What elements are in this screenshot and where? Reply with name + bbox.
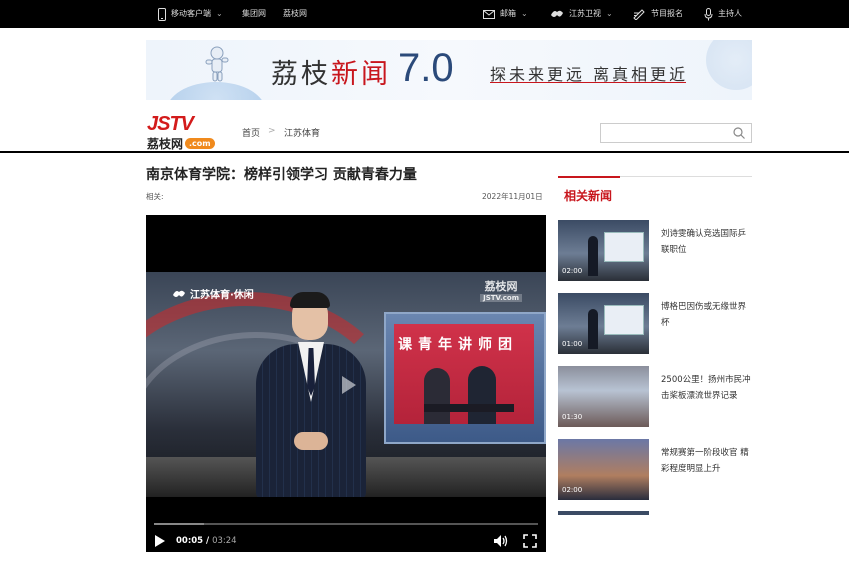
watermark-top: 荔枝网 [484, 280, 518, 293]
banner-version: 7.0 [398, 46, 454, 90]
news-title[interactable]: 常规赛第一阶段收官 精彩程度明显上升 [661, 445, 753, 477]
program-signup-link[interactable]: 节目报名 [633, 0, 683, 28]
breadcrumb-home[interactable]: 首页 [242, 126, 260, 139]
astronaut-icon [205, 46, 229, 82]
heading-accent-bar [558, 176, 620, 178]
news-thumbnail[interactable]: 01:30 [558, 366, 649, 427]
globe-graphic-right [706, 40, 752, 90]
logo-cn-text: 荔枝网 [147, 137, 184, 151]
screen-person-1 [424, 368, 450, 424]
progress-bar[interactable] [154, 523, 538, 525]
play-icon[interactable] [154, 534, 166, 548]
mobile-phone-icon [158, 7, 166, 21]
news-thumbnail-partial[interactable] [558, 511, 649, 515]
host-link[interactable]: 主持人 [704, 0, 742, 28]
logo-com-badge: .com [185, 138, 215, 149]
video-player[interactable]: 江苏体育·休闲 荔枝网 JSTV.com 课青年讲师团 00:05 / 03:2… [146, 215, 546, 552]
promo-banner[interactable]: 荔枝新闻 7.0 探未来更远 离真相更近 [146, 40, 752, 100]
thumbnail-timestamp: 02:00 [562, 267, 583, 275]
host-label: 主持人 [718, 9, 742, 18]
thumbnail-timestamp: 02:00 [562, 486, 583, 494]
jiangsu-tv-label: 江苏卫视 [569, 9, 601, 18]
current-time: 00:05 [176, 536, 204, 546]
banner-title-b: 新闻 [331, 59, 391, 90]
pen-icon [633, 9, 645, 20]
thumbnail-timestamp: 01:30 [562, 413, 583, 421]
mail-link[interactable]: 邮箱 ⌄ [483, 0, 528, 28]
article-title: 南京体育学院：榜样引领学习 贡献青春力量 [146, 167, 417, 183]
program-signup-label: 节目报名 [651, 9, 683, 18]
studio-screen-text: 课青年讲师团 [398, 337, 518, 353]
chevron-down-icon: ⌄ [216, 9, 223, 18]
group-site-label: 集团网 [242, 9, 266, 18]
news-title[interactable]: 刘诗雯确认竞选国际乒联职位 [661, 226, 753, 258]
screen-person-2 [468, 366, 496, 424]
news-thumbnail[interactable]: 01:00 [558, 293, 649, 354]
search-input[interactable] [600, 123, 752, 143]
related-news-heading: 相关新闻 [564, 189, 613, 203]
jiangsu-tv-logo-icon [173, 290, 185, 297]
mail-icon [483, 9, 495, 19]
list-item[interactable]: 01:00 博格巴因伤或无缘世界杯 [558, 293, 752, 355]
article-date: 2022年11月01日 [482, 192, 543, 201]
news-title[interactable]: 博格巴因伤或无缘世界杯 [661, 299, 753, 331]
thumbnail-timestamp: 01:00 [562, 340, 583, 348]
banner-title-a: 荔枝 [271, 59, 331, 90]
list-item[interactable]: 02:00 刘诗雯确认竞选国际乒联职位 [558, 220, 752, 282]
channel-logo: 江苏体育·休闲 [172, 286, 254, 301]
buffered-bar [154, 523, 204, 525]
globe-graphic [166, 82, 266, 100]
chevron-right-icon: > [268, 126, 276, 136]
news-title[interactable]: 2500公里！扬州市民冲击桨板漂流世界记录 [661, 372, 753, 404]
video-controls: 00:05 / 03:24 [146, 515, 546, 552]
watermark: 荔枝网 JSTV.com [480, 278, 522, 302]
mobile-client-link[interactable]: 移动客户端 ⌄ [158, 0, 223, 28]
group-site-link[interactable]: 集团网 [242, 0, 266, 28]
top-bar: 移动客户端 ⌄ 集团网 荔枝网 邮箱 ⌄ 江苏卫视 ⌄ 节目报名 主持人 [0, 0, 849, 28]
banner-underline [490, 82, 686, 83]
chevron-down-icon: ⌄ [606, 9, 613, 18]
channel-name: 江苏体育·休闲 [190, 290, 254, 301]
duration: 03:24 [212, 536, 237, 546]
microphone-icon [704, 7, 713, 20]
volume-icon[interactable] [493, 534, 508, 548]
news-thumbnail[interactable]: 02:00 [558, 220, 649, 281]
studio-screen: 课青年讲师团 [384, 312, 546, 444]
banner-title: 荔枝新闻 [271, 52, 391, 91]
screen-caption [424, 404, 514, 412]
mail-label: 邮箱 [500, 9, 516, 18]
fullscreen-icon[interactable] [523, 534, 537, 548]
search-icon[interactable] [733, 127, 745, 139]
chevron-down-icon: ⌄ [521, 9, 528, 18]
time-display: 00:05 / 03:24 [176, 536, 237, 546]
jstv-logo[interactable]: JSTV 荔枝网 .com [147, 113, 227, 151]
lizhi-site-link[interactable]: 荔枝网 [283, 0, 307, 28]
play-overlay-icon[interactable] [329, 367, 365, 403]
jiangsu-tv-link[interactable]: 江苏卫视 ⌄ [550, 0, 613, 28]
lizhi-site-label: 荔枝网 [283, 9, 307, 18]
breadcrumb-jiangsu-sports[interactable]: 江苏体育 [284, 126, 320, 139]
news-thumbnail[interactable]: 02:00 [558, 439, 649, 500]
jiangsu-tv-logo-icon [551, 10, 563, 17]
site-nav: JSTV 荔枝网 .com 首页 > 江苏体育 [0, 108, 849, 153]
watermark-bottom: JSTV.com [480, 294, 522, 302]
logo-jstv-text: JSTV [147, 113, 194, 135]
mobile-client-label: 移动客户端 [171, 9, 211, 18]
related-label: 相关: [146, 192, 164, 201]
related-news-header: 相关新闻 [558, 176, 752, 205]
time-separator: / [203, 536, 213, 546]
list-item[interactable]: 02:00 常规赛第一阶段收官 精彩程度明显上升 [558, 439, 752, 501]
list-item[interactable]: 01:30 2500公里！扬州市民冲击桨板漂流世界记录 [558, 366, 752, 428]
